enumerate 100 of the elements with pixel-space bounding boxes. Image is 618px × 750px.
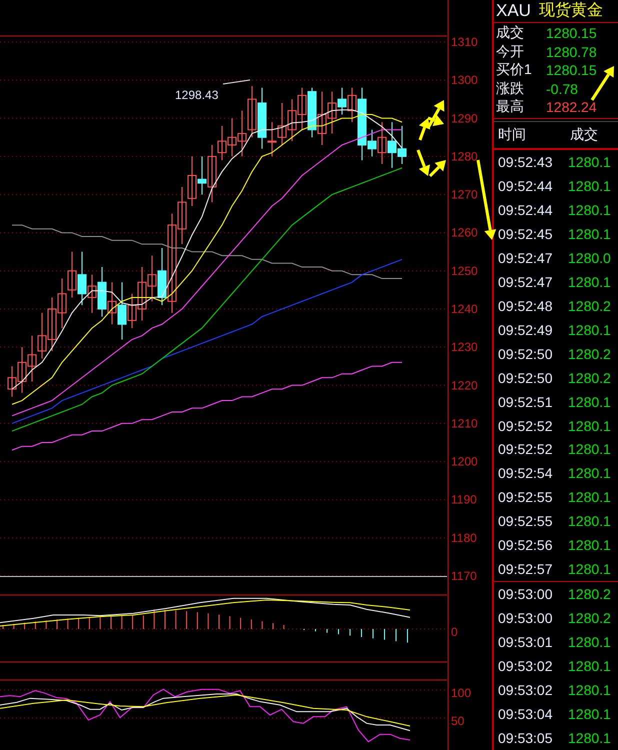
tick-price: 1280.1 <box>568 561 611 578</box>
tick-time: 09:52:54 <box>497 465 554 482</box>
y-axis-label: 1250 <box>451 264 478 278</box>
candlestick <box>298 87 306 130</box>
quote-label: 涨跌 <box>495 80 525 98</box>
quote-value: -0.78 <box>546 80 578 97</box>
y-axis-label: 1220 <box>451 378 478 392</box>
tick-time: 09:53:00 <box>497 610 554 626</box>
candlestick <box>58 278 66 329</box>
tick-price: 1280.1 <box>568 513 611 530</box>
indicator-axis-label: 100 <box>451 686 472 700</box>
tick-price: 1280.1 <box>568 178 611 194</box>
tick-price: 1280.2 <box>568 586 611 602</box>
tick-price: 1280.1 <box>568 634 611 650</box>
quote-value: 1280.15 <box>546 25 597 42</box>
tick-price: 1280.2 <box>568 346 611 362</box>
tick-price: 1280.2 <box>568 610 611 626</box>
tick-price: 1280.0 <box>568 250 611 266</box>
quote-value: 1280.78 <box>546 44 597 60</box>
tick-time: 09:53:05 <box>497 730 554 746</box>
tick-price: 1280.1 <box>568 394 611 410</box>
symbol-code: XAU <box>496 0 531 21</box>
candlestick <box>308 87 316 138</box>
tick-time: 09:52:43 <box>497 154 554 170</box>
tick-time: 09:52:47 <box>497 250 554 266</box>
y-axis-label: 1270 <box>451 188 478 202</box>
high-price-label: 1298.43 <box>175 88 218 102</box>
tick-price: 1280.2 <box>568 298 611 314</box>
y-axis-label: 1260 <box>451 226 478 240</box>
candlestick <box>248 86 256 138</box>
y-axis-label: 1290 <box>451 111 478 126</box>
tick-price: 1280.2 <box>568 370 611 386</box>
tick-time: 09:52:52 <box>497 441 554 458</box>
candlestick <box>388 122 396 168</box>
candlestick <box>68 251 76 298</box>
tick-time: 09:52:57 <box>497 561 554 578</box>
y-axis-label: 1240 <box>451 302 478 316</box>
candlestick <box>288 98 296 142</box>
candlestick <box>48 297 56 352</box>
tick-price: 1280.1 <box>568 322 611 338</box>
y-axis-label: 1310 <box>451 35 478 49</box>
tick-price: 1280.1 <box>568 441 611 458</box>
candlestick <box>148 255 156 302</box>
tick-price: 1280.1 <box>568 658 611 674</box>
quote-label: 今开 <box>495 42 525 61</box>
tick-price: 1280.1 <box>568 418 611 434</box>
tick-time: 09:53:02 <box>497 682 554 698</box>
tick-time: 09:53:01 <box>497 634 554 650</box>
y-axis-label: 1190 <box>451 492 477 507</box>
indicator-axis-label: 0 <box>451 625 458 639</box>
candlestick <box>318 91 326 146</box>
tick-time: 09:52:44 <box>497 202 554 218</box>
tick-time: 09:52:48 <box>497 298 554 314</box>
tick-price: 1280.1 <box>568 489 611 506</box>
candlestick <box>88 274 96 314</box>
leader-line <box>222 80 250 84</box>
tick-time: 09:52:50 <box>497 346 554 362</box>
indicator-axis-label: 50 <box>451 714 464 728</box>
candlestick <box>38 312 46 360</box>
tick-time: 09:52:52 <box>497 418 554 434</box>
tick-time: 09:53:02 <box>497 658 554 674</box>
quote-label: 买价1 <box>495 61 533 80</box>
tick-price: 1280.1 <box>568 274 611 290</box>
tick-time: 09:52:51 <box>497 394 554 410</box>
y-axis-label: 1230 <box>451 340 478 354</box>
tick-time: 09:52:49 <box>497 322 554 338</box>
column-header: 时间 <box>497 126 527 144</box>
instrument-name: 现货黄金 <box>538 0 603 22</box>
candlestick <box>98 266 106 318</box>
candlestick <box>28 335 36 382</box>
tick-price: 1280.1 <box>568 730 611 746</box>
tick-price: 1280.1 <box>568 682 611 698</box>
quote-value: 1280.15 <box>546 62 597 78</box>
candlestick <box>188 156 196 207</box>
tick-time: 09:52:55 <box>497 489 554 506</box>
tick-time: 09:52:55 <box>497 513 554 530</box>
tick-price: 1280.1 <box>568 202 611 218</box>
tick-price: 1280.1 <box>568 706 611 722</box>
y-axis-label: 1200 <box>451 454 478 469</box>
y-axis-label: 1300 <box>451 73 478 88</box>
candlestick <box>78 251 86 306</box>
tick-time: 09:52:50 <box>497 370 554 386</box>
candlestick <box>228 118 236 157</box>
candlestick <box>238 110 246 157</box>
candlestick <box>108 282 116 325</box>
tick-time: 09:53:00 <box>497 586 554 602</box>
tick-time: 09:53:04 <box>497 706 554 722</box>
candlestick <box>278 102 286 146</box>
column-header: 成交 <box>570 126 598 144</box>
candlestick <box>398 125 406 165</box>
tick-time: 09:52:56 <box>497 537 554 554</box>
tick-price: 1280.1 <box>568 537 611 554</box>
y-axis-label: 1280 <box>451 149 478 164</box>
y-axis-label: 1210 <box>451 416 478 430</box>
tick-time: 09:52:47 <box>497 274 554 290</box>
tick-price: 1280.1 <box>568 226 611 242</box>
quote-value: 1282.24 <box>546 99 597 116</box>
tick-price: 1280.1 <box>568 465 611 482</box>
tick-time: 09:52:44 <box>497 178 554 194</box>
tick-price: 1280.1 <box>568 154 611 170</box>
